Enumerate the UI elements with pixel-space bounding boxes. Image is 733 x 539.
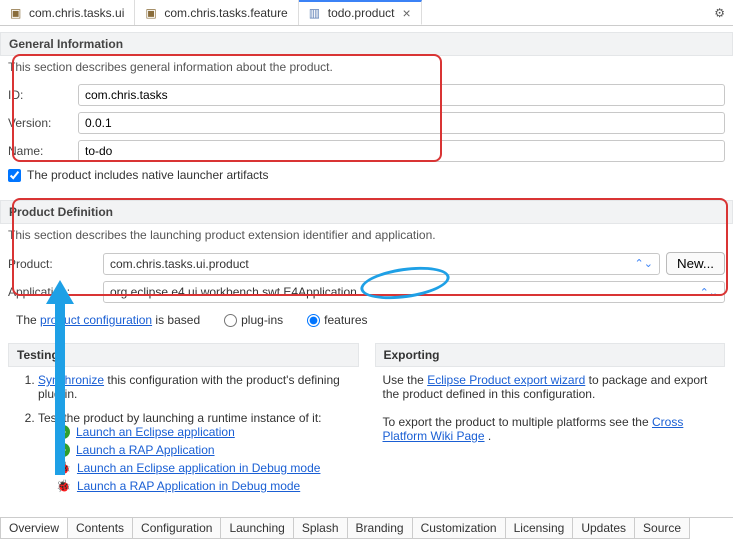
run-icon (56, 425, 70, 439)
product-icon (309, 6, 323, 20)
version-field[interactable] (78, 112, 725, 134)
tab-product[interactable]: todo.product × (299, 0, 422, 25)
product-config-link[interactable]: product configuration (40, 313, 152, 327)
tab-label: com.chris.tasks.feature (164, 6, 287, 20)
btab-contents[interactable]: Contents (67, 518, 133, 539)
general-desc: This section describes general informati… (0, 56, 733, 78)
proddef-desc: This section describes the launching pro… (0, 224, 733, 246)
exporting-text: Use the Eclipse Product export wizard to… (383, 373, 718, 401)
product-label: Product: (8, 257, 103, 271)
btab-splash[interactable]: Splash (293, 518, 348, 539)
name-field[interactable] (78, 140, 725, 162)
debug-eclipse-link[interactable]: Launch an Eclipse application in Debug m… (77, 461, 321, 475)
id-field[interactable] (78, 84, 725, 106)
proddef-header: Product Definition (0, 200, 733, 224)
based-text: The product configuration is based (16, 313, 200, 327)
tab-ui[interactable]: com.chris.tasks.ui (0, 0, 135, 25)
native-launcher-checkbox[interactable] (8, 169, 21, 182)
native-launcher-label: The product includes native launcher art… (27, 168, 268, 182)
testing-item: Test the product by launching a runtime … (38, 411, 351, 493)
application-label: Application: (8, 285, 103, 299)
run-icon (56, 443, 70, 457)
application-select[interactable]: org.eclipse.e4.ui.workbench.swt.E4Applic… (103, 281, 725, 303)
tab-label: todo.product (328, 6, 395, 20)
btab-source[interactable]: Source (634, 518, 690, 539)
new-button[interactable]: New... (666, 252, 725, 275)
btab-updates[interactable]: Updates (572, 518, 635, 539)
exporting-header: Exporting (375, 343, 726, 367)
gear-icon[interactable] (706, 6, 733, 20)
product-select[interactable]: com.chris.tasks.ui.product ⌃⌄ (103, 253, 660, 275)
launch-eclipse-link[interactable]: Launch an Eclipse application (76, 425, 235, 439)
general-header: General Information (0, 32, 733, 56)
bug-icon (56, 479, 71, 493)
btab-configuration[interactable]: Configuration (132, 518, 221, 539)
plugin-icon (145, 6, 159, 20)
btab-customization[interactable]: Customization (412, 518, 506, 539)
tab-label: com.chris.tasks.ui (29, 6, 124, 20)
updown-icon: ⌃⌄ (635, 257, 653, 270)
exporting-text-2: To export the product to multiple platfo… (383, 415, 718, 443)
bottom-tabs: Overview Contents Configuration Launchin… (0, 517, 733, 539)
btab-licensing[interactable]: Licensing (505, 518, 574, 539)
bug-icon (56, 461, 71, 475)
btab-launching[interactable]: Launching (220, 518, 293, 539)
export-wizard-link[interactable]: Eclipse Product export wizard (427, 373, 585, 387)
product-select-value: com.chris.tasks.ui.product (110, 257, 635, 271)
testing-item: Synchronize this configuration with the … (38, 373, 351, 401)
application-select-value: org.eclipse.e4.ui.workbench.swt.E4Applic… (110, 285, 700, 299)
radio-plugins[interactable]: plug-ins (224, 313, 283, 327)
tab-feature[interactable]: com.chris.tasks.feature (135, 0, 298, 25)
debug-rap-link[interactable]: Launch a RAP Application in Debug mode (77, 479, 300, 493)
testing-header: Testing (8, 343, 359, 367)
id-label: ID: (8, 88, 78, 102)
btab-overview[interactable]: Overview (0, 518, 68, 539)
name-label: Name: (8, 144, 78, 158)
updown-icon: ⌃⌄ (700, 286, 718, 299)
btab-branding[interactable]: Branding (347, 518, 413, 539)
synchronize-link[interactable]: Synchronize (38, 373, 104, 387)
version-label: Version: (8, 116, 78, 130)
plugin-icon (10, 6, 24, 20)
editor-tabs: com.chris.tasks.ui com.chris.tasks.featu… (0, 0, 733, 26)
radio-features[interactable]: features (307, 313, 367, 327)
close-icon[interactable]: × (402, 6, 410, 20)
launch-rap-link[interactable]: Launch a RAP Application (76, 443, 215, 457)
